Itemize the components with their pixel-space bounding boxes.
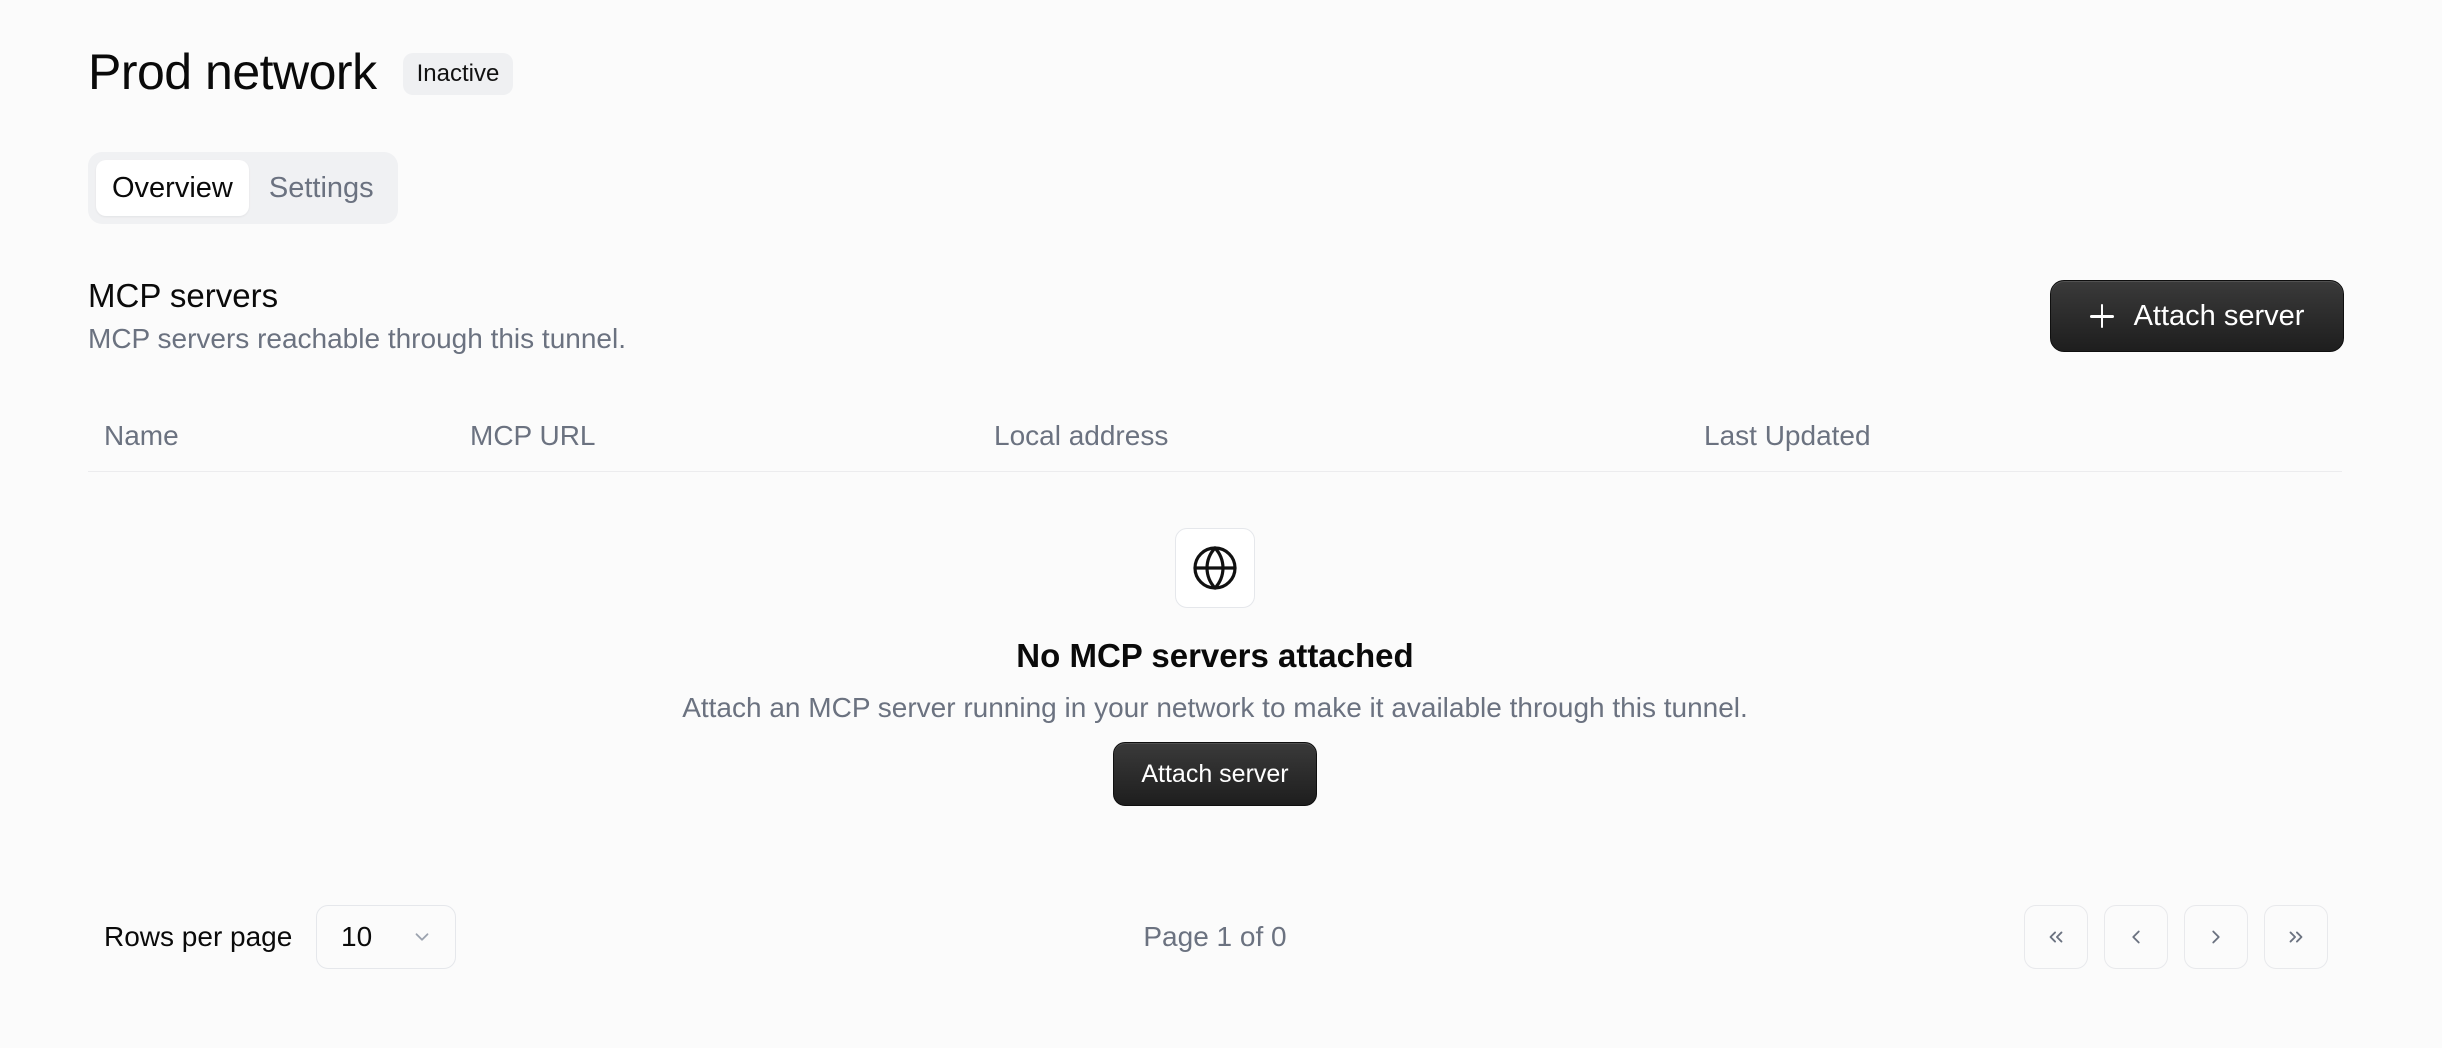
section-title: MCP servers: [88, 277, 279, 314]
attach-server-button[interactable]: Attach server: [2050, 280, 2344, 352]
attach-server-button-label: Attach server: [2133, 299, 2305, 332]
rows-per-page-label: Rows per page: [104, 921, 293, 952]
pager-controls: [2024, 905, 2328, 969]
section-subtitle: MCP servers reachable through this tunne…: [88, 323, 626, 354]
tab-list: Overview Settings: [88, 152, 398, 224]
empty-state-title: No MCP servers attached: [1016, 637, 1414, 674]
chevrons-left-icon: [2049, 931, 2063, 943]
page-title: Prod network: [88, 44, 377, 100]
last-page-button[interactable]: [2264, 905, 2328, 969]
page-header: Prod network Inactive: [88, 42, 514, 102]
column-header-name[interactable]: Name: [104, 400, 179, 472]
column-header-last-updated[interactable]: Last Updated: [1704, 400, 1871, 472]
mcp-servers-table: Name MCP URL Local address Last Updated …: [88, 400, 2342, 806]
empty-state: No MCP servers attached Attach an MCP se…: [88, 528, 2342, 806]
first-page-button[interactable]: [2024, 905, 2088, 969]
globe-icon: [1193, 546, 1237, 590]
chevrons-right-icon: [2289, 931, 2303, 943]
previous-page-button[interactable]: [2104, 905, 2168, 969]
pagination-footer: Rows per page 10 Page 1 of 0: [88, 905, 2342, 969]
status-badge: Inactive: [402, 53, 514, 95]
table-header-row: Name MCP URL Local address Last Updated: [88, 400, 2342, 472]
rows-per-page-value: 10: [341, 921, 373, 952]
chevron-down-icon: [415, 933, 429, 941]
chevron-right-icon: [2212, 930, 2220, 944]
chevron-left-icon: [2132, 930, 2140, 944]
empty-state-description: Attach an MCP server running in your net…: [682, 692, 1748, 723]
tab-settings[interactable]: Settings: [253, 160, 390, 216]
page: Prod network Inactive Overview Settings …: [0, 0, 2442, 1048]
section-header: MCP servers MCP servers reachable throug…: [88, 275, 626, 359]
column-header-mcp-url[interactable]: MCP URL: [470, 400, 596, 472]
next-page-button[interactable]: [2184, 905, 2248, 969]
rows-per-page-select[interactable]: 10: [316, 905, 456, 969]
plus-icon: [2089, 304, 2114, 328]
column-header-local-address[interactable]: Local address: [994, 400, 1168, 472]
empty-state-icon-box: [1175, 528, 1255, 608]
tab-overview[interactable]: Overview: [96, 160, 249, 216]
empty-state-attach-server-button[interactable]: Attach server: [1113, 742, 1317, 806]
